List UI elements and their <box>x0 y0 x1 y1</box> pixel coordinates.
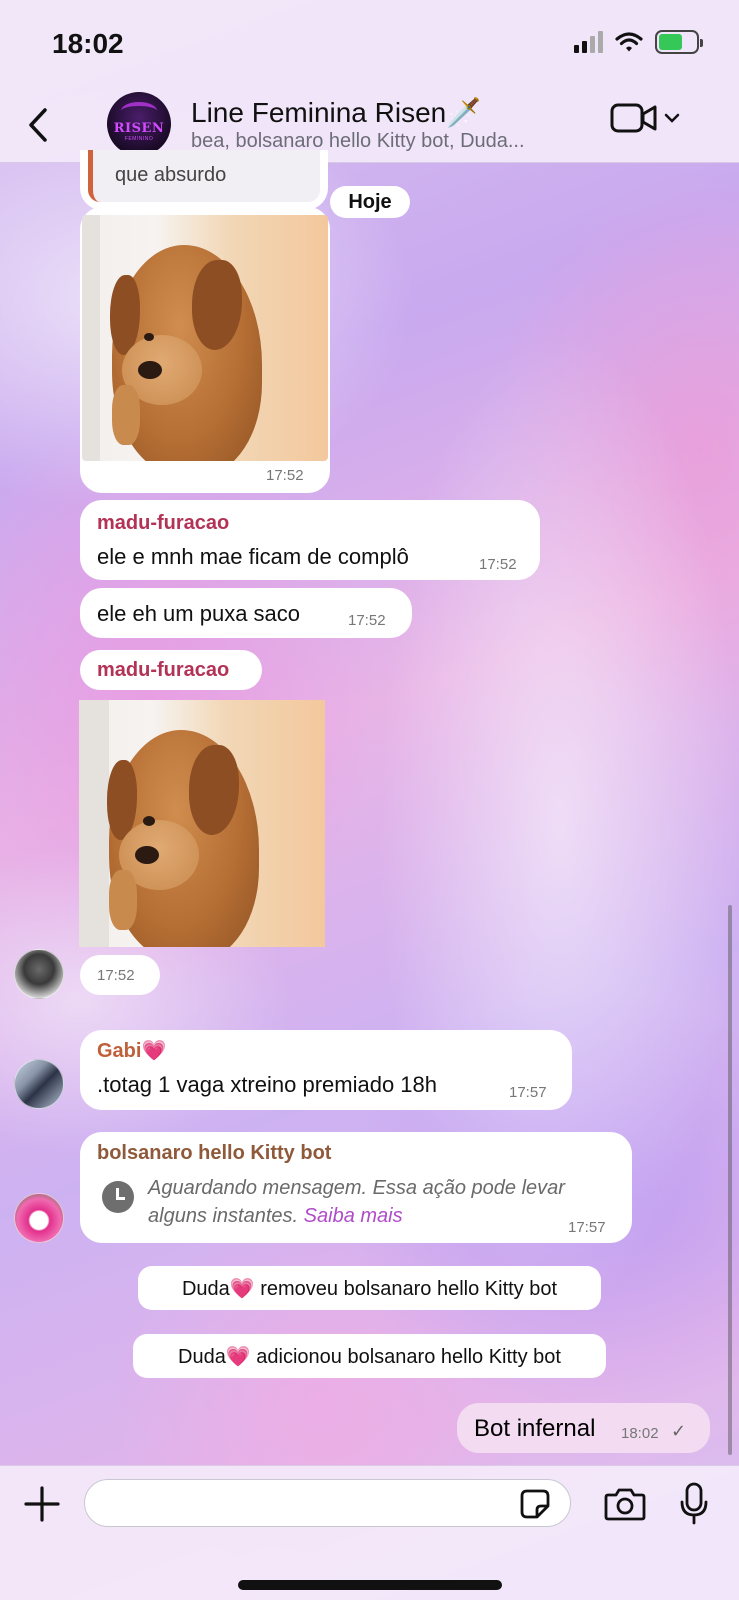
top-bar: 18:02 RISEN FEMININO Line Feminina Risen… <box>0 0 739 163</box>
message-bubble[interactable]: madu-furacao ele e mnh mae ficam de comp… <box>80 500 540 580</box>
message-sender[interactable]: bolsanaro hello Kitty bot <box>97 1142 331 1165</box>
message-sender[interactable]: madu-furacao <box>97 659 229 682</box>
video-camera-icon <box>610 103 657 133</box>
group-avatar-text: RISEN <box>113 120 165 136</box>
back-button[interactable] <box>18 100 58 150</box>
microphone-button[interactable] <box>674 1480 714 1528</box>
message-time: 18:02 <box>621 1425 659 1442</box>
sender-label-bubble[interactable]: madu-furacao <box>80 650 262 690</box>
message-time: 17:52 <box>348 612 386 629</box>
message-text: ele eh um puxa saco <box>97 601 301 626</box>
message-time: 17:57 <box>509 1084 547 1101</box>
wifi-icon <box>615 32 643 52</box>
user-avatar-madu[interactable] <box>14 949 64 999</box>
image-time-bubble: 17:52 <box>80 955 160 995</box>
chevron-down-icon <box>664 113 680 123</box>
message-text: Bot infernal <box>474 1415 596 1442</box>
camera-icon <box>604 1488 646 1521</box>
message-sender[interactable]: madu-furacao <box>97 512 229 535</box>
message-bubble[interactable]: bolsanaro hello Kitty bot Aguardando men… <box>80 1132 632 1243</box>
wings-logo-icon <box>121 102 157 120</box>
message-time: 17:57 <box>568 1219 606 1236</box>
microphone-icon <box>680 1482 708 1525</box>
message-text: .totag 1 vaga xtreino premiado 18h <box>97 1072 438 1097</box>
message-text: ele e mnh mae ficam de complô <box>97 544 409 569</box>
dog-photo[interactable] <box>82 215 328 461</box>
battery-icon <box>655 30 703 54</box>
system-notice: Duda💗 removeu bolsanaro hello Kitty bot <box>138 1266 601 1310</box>
add-attachment-button[interactable] <box>20 1482 64 1526</box>
message-bubble[interactable]: ele eh um puxa saco 17:52 <box>80 588 412 638</box>
chevron-left-icon <box>29 108 47 142</box>
user-avatar-bot[interactable] <box>14 1193 64 1243</box>
sticker-button[interactable] <box>515 1486 555 1522</box>
quoted-message-card[interactable]: que absurdo <box>80 150 328 210</box>
message-time: 17:52 <box>266 467 304 484</box>
chat-title[interactable]: Line Feminina Risen🗡️ <box>191 96 481 129</box>
message-time: 17:52 <box>479 556 517 573</box>
group-avatar[interactable]: RISEN FEMININO <box>107 92 171 156</box>
dog-photo[interactable] <box>79 700 325 947</box>
learn-more-link[interactable]: Saiba mais <box>304 1205 403 1227</box>
clock-icon <box>102 1181 134 1213</box>
scrollbar[interactable] <box>728 905 732 1455</box>
camera-button[interactable] <box>602 1484 648 1524</box>
pending-message-notice: Aguardando mensagem. Essa ação pode leva… <box>148 1177 565 1227</box>
system-notice: Duda💗 adicionou bolsanaro hello Kitty bo… <box>133 1334 606 1378</box>
outgoing-message-bubble[interactable]: Bot infernal 18:02 ✓ <box>457 1403 710 1453</box>
user-avatar-gabi[interactable] <box>14 1059 64 1109</box>
date-pill: Hoje <box>330 186 410 218</box>
group-avatar-subtext: FEMININO <box>124 135 154 142</box>
status-icons <box>574 30 703 54</box>
message-input[interactable] <box>84 1479 571 1527</box>
video-call-button[interactable] <box>610 102 680 134</box>
home-indicator <box>238 1580 502 1590</box>
message-bubble[interactable]: Gabi💗 .totag 1 vaga xtreino premiado 18h… <box>80 1030 572 1110</box>
sticker-icon <box>520 1489 550 1519</box>
message-sender[interactable]: Gabi💗 <box>97 1038 166 1063</box>
message-time: 17:52 <box>97 967 135 984</box>
plus-icon <box>24 1486 60 1522</box>
quoted-text: que absurdo <box>115 164 227 186</box>
cellular-signal-icon <box>574 31 603 53</box>
status-time: 18:02 <box>52 28 124 59</box>
sent-check-icon: ✓ <box>671 1421 687 1441</box>
image-message-bubble[interactable]: 17:52 <box>80 207 330 493</box>
quoted-reply: que absurdo <box>88 150 320 202</box>
